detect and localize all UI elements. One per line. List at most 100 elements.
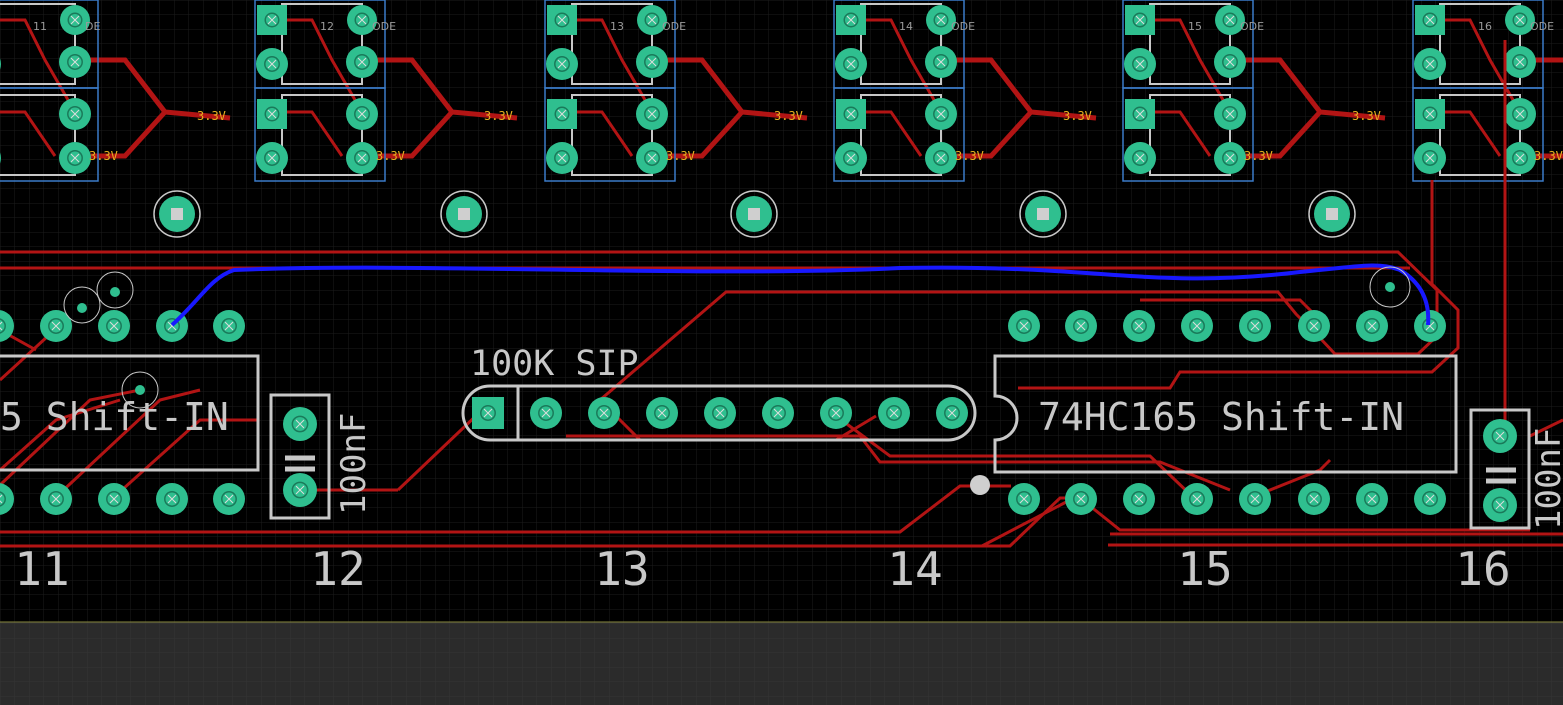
- pad[interactable]: [836, 5, 866, 35]
- led-suffix: ODE: [662, 20, 686, 33]
- pad[interactable]: [1483, 488, 1517, 522]
- pad[interactable]: [1065, 483, 1097, 515]
- pad[interactable]: [1483, 419, 1517, 453]
- net-label: 3.3V: [89, 149, 118, 163]
- pad[interactable]: [283, 407, 317, 441]
- mounting-via[interactable]: [1019, 190, 1067, 238]
- pad[interactable]: [547, 99, 577, 129]
- pcb-canvas[interactable]: 11 DE 3.3V 3.3V 12 ODE 3.3V 3.3V 13 ODE 3.3V 3.3V 14…: [0, 0, 1563, 705]
- net-label: 3.3V: [1244, 149, 1273, 163]
- pad[interactable]: [256, 142, 288, 174]
- pad[interactable]: [283, 473, 317, 507]
- pad[interactable]: [1214, 142, 1246, 174]
- pad[interactable]: [1125, 5, 1155, 35]
- mounting-via[interactable]: [1308, 190, 1356, 238]
- net-label: 3.3V: [1534, 149, 1563, 163]
- led-ref: 12: [320, 20, 334, 33]
- pad[interactable]: [1124, 48, 1156, 80]
- led-ref: 14: [899, 20, 913, 33]
- pad[interactable]: [1504, 46, 1536, 78]
- pad[interactable]: [1414, 483, 1446, 515]
- pad[interactable]: [1008, 310, 1040, 342]
- pad[interactable]: [1065, 310, 1097, 342]
- pad[interactable]: [835, 142, 867, 174]
- pad[interactable]: [1414, 142, 1446, 174]
- pad[interactable]: [1415, 5, 1445, 35]
- pad[interactable]: [704, 397, 736, 429]
- pad[interactable]: [588, 397, 620, 429]
- pad[interactable]: [636, 142, 668, 174]
- pad[interactable]: [762, 397, 794, 429]
- pad[interactable]: [646, 397, 678, 429]
- pad[interactable]: [1124, 142, 1156, 174]
- pad[interactable]: [59, 46, 91, 78]
- pad[interactable]: [547, 5, 577, 35]
- pad[interactable]: [636, 98, 668, 130]
- pad[interactable]: [213, 483, 245, 515]
- pad[interactable]: [1356, 310, 1388, 342]
- led-ref: 16: [1478, 20, 1492, 33]
- pad[interactable]: [257, 99, 287, 129]
- pad[interactable]: [472, 397, 504, 429]
- pad[interactable]: [1239, 310, 1271, 342]
- led-suffix: ODE: [1240, 20, 1264, 33]
- pad[interactable]: [346, 142, 378, 174]
- pad[interactable]: [1414, 48, 1446, 80]
- pad[interactable]: [213, 310, 245, 342]
- net-label: 3.3V: [774, 109, 803, 123]
- pad[interactable]: [546, 48, 578, 80]
- pad[interactable]: [936, 397, 968, 429]
- pad[interactable]: [546, 142, 578, 174]
- pad[interactable]: [40, 483, 72, 515]
- net-label: 3.3V: [1063, 109, 1092, 123]
- led-ref: 13: [610, 20, 624, 33]
- pad[interactable]: [1181, 310, 1213, 342]
- column-number: 12: [310, 542, 365, 596]
- pad[interactable]: [1239, 483, 1271, 515]
- pad[interactable]: [1008, 483, 1040, 515]
- pad[interactable]: [835, 48, 867, 80]
- pad[interactable]: [98, 310, 130, 342]
- pad[interactable]: [1123, 483, 1155, 515]
- led-suffix: ODE: [951, 20, 975, 33]
- pad[interactable]: [1214, 98, 1246, 130]
- pad[interactable]: [59, 98, 91, 130]
- mounting-via[interactable]: [440, 190, 488, 238]
- ic-left-label: 5 Shift-IN: [0, 395, 229, 439]
- pad[interactable]: [1123, 310, 1155, 342]
- led-suffix: ODE: [372, 20, 396, 33]
- pad[interactable]: [925, 46, 957, 78]
- pad[interactable]: [156, 483, 188, 515]
- pad[interactable]: [346, 46, 378, 78]
- pad[interactable]: [636, 46, 668, 78]
- pad[interactable]: [98, 483, 130, 515]
- pad[interactable]: [1298, 483, 1330, 515]
- mounting-via[interactable]: [153, 190, 201, 238]
- net-label: 3.3V: [955, 149, 984, 163]
- pad[interactable]: [1214, 46, 1246, 78]
- pad[interactable]: [1415, 99, 1445, 129]
- pad[interactable]: [256, 48, 288, 80]
- pad[interactable]: [925, 142, 957, 174]
- mounting-via[interactable]: [730, 190, 778, 238]
- cap-left-label: 100nF: [334, 413, 374, 515]
- pad[interactable]: [1125, 99, 1155, 129]
- pad[interactable]: [925, 98, 957, 130]
- pad[interactable]: [1298, 310, 1330, 342]
- pad[interactable]: [878, 397, 910, 429]
- ic-right-label: 74HC165 Shift-IN: [1038, 395, 1404, 439]
- pad[interactable]: [530, 397, 562, 429]
- pad[interactable]: [1504, 142, 1536, 174]
- led-ref: 11: [33, 20, 47, 33]
- pad[interactable]: [836, 99, 866, 129]
- pad[interactable]: [59, 142, 91, 174]
- pad[interactable]: [257, 5, 287, 35]
- pad[interactable]: [1504, 98, 1536, 130]
- sip-label: 100K SIP: [470, 344, 639, 384]
- pad[interactable]: [820, 397, 852, 429]
- pad[interactable]: [1181, 483, 1213, 515]
- column-number: 14: [887, 542, 942, 596]
- pad[interactable]: [1356, 483, 1388, 515]
- net-label: 3.3V: [197, 109, 226, 123]
- pad[interactable]: [346, 98, 378, 130]
